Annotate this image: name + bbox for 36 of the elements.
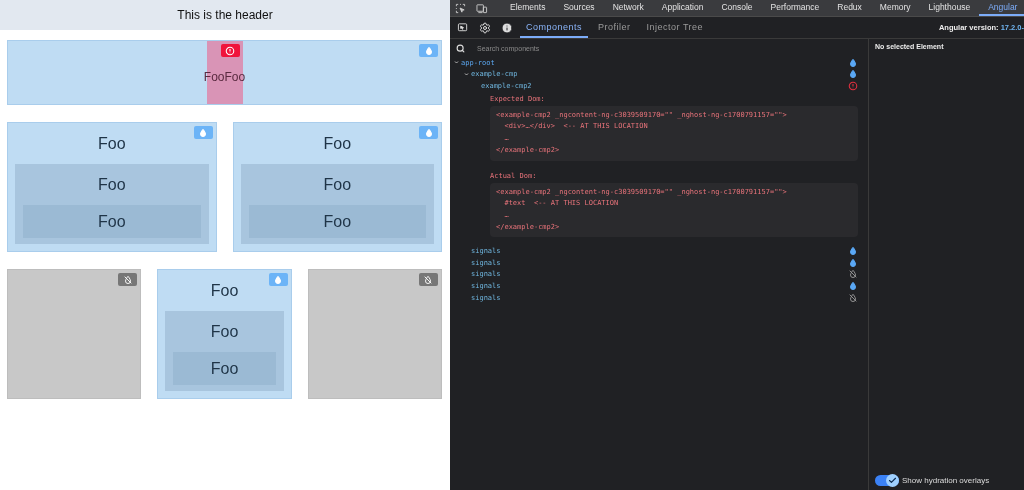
box-text: Foo [96, 174, 127, 195]
crossed-droplet-icon [122, 274, 133, 285]
chevron-icon[interactable] [464, 71, 469, 77]
devtools-tab[interactable]: Memory [870, 0, 920, 16]
devtools-tab[interactable]: Redux [828, 0, 871, 16]
card-title: Foo [322, 133, 353, 154]
panel-tab[interactable]: Components [520, 17, 589, 38]
page-header: This is the header [0, 0, 450, 30]
box-text: Foo [96, 211, 127, 232]
overlay-switch[interactable] [875, 475, 899, 486]
devtools-tab[interactable]: Performance [761, 0, 829, 16]
devtools-tab[interactable]: Elements [501, 0, 555, 16]
droplet-icon [273, 274, 284, 285]
search-icon [456, 43, 465, 53]
droplet-icon [198, 127, 208, 138]
droplet-icon [423, 127, 434, 138]
check-icon [888, 476, 897, 485]
card-title: Foo [209, 280, 240, 301]
box-text: Foo [209, 358, 240, 379]
devtools-tab[interactable]: Sources [554, 0, 604, 16]
devtools-tab[interactable]: Lighthouse [919, 0, 980, 16]
alert-icon [225, 45, 235, 56]
box-text: Foo [322, 174, 353, 195]
card-title: Foo [96, 133, 127, 154]
devtools-tab[interactable]: Console [712, 0, 762, 16]
panel-tab[interactable]: Profiler [592, 17, 637, 38]
devtools-tab[interactable]: Angular [979, 0, 1024, 16]
chevron-icon[interactable] [454, 60, 459, 66]
box-text: Foo [322, 211, 353, 232]
devtools-tab[interactable]: Application [652, 0, 713, 16]
box-text: Foo [209, 321, 240, 342]
droplet-icon [423, 45, 434, 56]
panel-tab[interactable]: Injector Tree [640, 17, 710, 38]
devtools-tab[interactable]: Network [603, 0, 653, 16]
overlay-toggle-label: Show hydration overlays [902, 476, 990, 485]
crossed-droplet-icon [423, 274, 434, 285]
